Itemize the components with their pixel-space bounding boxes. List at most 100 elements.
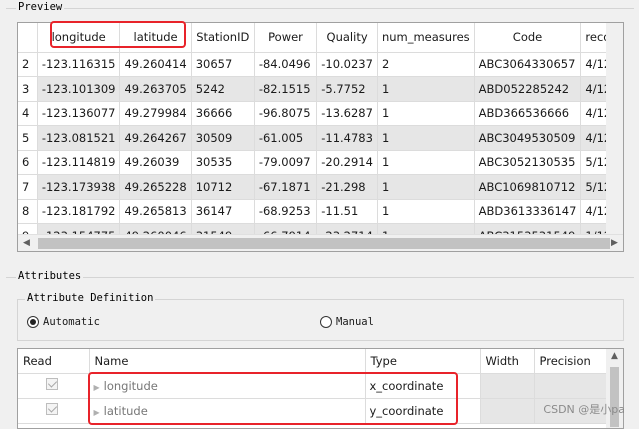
table-cell: -21.298 xyxy=(316,174,378,200)
table-cell: -11.51 xyxy=(316,199,378,224)
read-cell[interactable] xyxy=(18,373,90,399)
table-cell: 49.265813 xyxy=(119,199,192,224)
row-number: 4 xyxy=(18,101,38,126)
table-cell: 49.260414 xyxy=(119,52,192,77)
table-cell: -84.0496 xyxy=(254,52,318,77)
manual-radio[interactable]: Manual xyxy=(320,316,374,328)
table-cell: -61.005 xyxy=(254,125,318,151)
preview-horizontal-scrollbar[interactable]: ◀ ▶ xyxy=(18,234,623,251)
table-cell: 5242 xyxy=(191,76,255,102)
width-cell xyxy=(480,398,535,424)
table-cell: -13.6287 xyxy=(316,101,378,126)
row-number: 3 xyxy=(18,76,38,102)
preview-vertical-scrollbar[interactable] xyxy=(606,23,623,235)
width-cell xyxy=(480,373,535,399)
table-cell: -82.1515 xyxy=(254,76,318,102)
row-number: 7 xyxy=(18,174,38,200)
table-cell: 30535 xyxy=(191,150,255,175)
table-cell: 49.26039 xyxy=(119,150,192,175)
row-number: 5 xyxy=(18,125,38,151)
table-cell: 1 xyxy=(377,150,475,175)
table-row[interactable]: 7 -123.173938 49.265228 10712 -67.1871 -… xyxy=(18,174,623,200)
row-number: 6 xyxy=(18,150,38,175)
watermark: CSDN @是小pa xyxy=(543,403,625,416)
table-cell: -10.0237 xyxy=(316,52,378,77)
preview-group-label: Preview xyxy=(16,1,65,13)
table-cell: 10712 xyxy=(191,174,255,200)
table-cell: -123.114819 xyxy=(37,150,121,175)
table-cell: ABD366536666 xyxy=(474,101,582,126)
attribute-header-row: Read Name Type Width Precision xyxy=(18,349,607,374)
triangle-left-icon[interactable]: ◀ xyxy=(18,235,35,251)
manual-radio-label: Manual xyxy=(336,316,374,328)
table-row[interactable]: 4 -123.136077 49.279984 36666 -96.8075 -… xyxy=(18,101,623,126)
table-cell: 1 xyxy=(377,101,475,126)
table-cell: ABD3613336147 xyxy=(474,199,582,224)
radio-selected-icon[interactable] xyxy=(27,316,39,328)
triangle-up-icon[interactable]: ▲ xyxy=(606,351,623,361)
preview-table: longitude latitude StationID Power Quali… xyxy=(18,23,623,249)
table-cell: -123.181792 xyxy=(37,199,121,224)
scrollbar-thumb[interactable] xyxy=(38,238,610,249)
table-cell: ABC1069810712 xyxy=(474,174,582,200)
triangle-right-icon[interactable]: ▶ xyxy=(606,235,623,251)
table-cell: -11.4783 xyxy=(316,125,378,151)
column-header-power[interactable]: Power xyxy=(254,23,318,53)
table-cell: ABD052285242 xyxy=(474,76,582,102)
table-cell: -123.081521 xyxy=(37,125,121,151)
table-cell: 1 xyxy=(377,125,475,151)
table-row[interactable]: 8 -123.181792 49.265813 36147 -68.9253 -… xyxy=(18,199,623,224)
table-row[interactable]: 3 -123.101309 49.263705 5242 -82.1515 -5… xyxy=(18,76,623,102)
table-cell: -79.0097 xyxy=(254,150,318,175)
attribute-vertical-scrollbar[interactable]: ▲ xyxy=(606,349,623,428)
table-cell: 2 xyxy=(377,52,475,77)
row-number-header xyxy=(18,23,38,53)
table-cell: 36147 xyxy=(191,199,255,224)
column-header-quality[interactable]: Quality xyxy=(316,23,378,53)
column-header-code[interactable]: Code xyxy=(474,23,582,53)
table-cell: -123.173938 xyxy=(37,174,121,200)
automatic-radio[interactable]: Automatic xyxy=(27,316,100,328)
table-cell: -68.9253 xyxy=(254,199,318,224)
preview-group-line xyxy=(6,8,634,9)
table-row[interactable]: 6 -123.114819 49.26039 30535 -79.0097 -2… xyxy=(18,150,623,175)
table-cell: -96.8075 xyxy=(254,101,318,126)
header-highlight xyxy=(50,21,186,48)
table-cell: 1 xyxy=(377,174,475,200)
table-cell: 1 xyxy=(377,76,475,102)
checkbox-checked-icon[interactable] xyxy=(46,378,58,390)
table-cell: ABC3064330657 xyxy=(474,52,582,77)
table-cell: 36666 xyxy=(191,101,255,126)
table-cell: -123.101309 xyxy=(37,76,121,102)
column-header-stationid[interactable]: StationID xyxy=(191,23,255,53)
table-cell: 49.279984 xyxy=(119,101,192,126)
attribute-rows-highlight xyxy=(88,372,458,425)
attribute-definition-label: Attribute Definition xyxy=(25,292,156,304)
column-header-read[interactable]: Read xyxy=(18,349,90,374)
checkbox-checked-icon[interactable] xyxy=(46,403,58,415)
attributes-group-line xyxy=(6,277,634,278)
precision-cell xyxy=(534,373,607,399)
column-header-precision[interactable]: Precision xyxy=(534,349,607,374)
table-cell: ABC3049530509 xyxy=(474,125,582,151)
table-cell: -123.116315 xyxy=(37,52,121,77)
preview-grid[interactable]: longitude latitude StationID Power Quali… xyxy=(17,22,624,252)
row-number: 8 xyxy=(18,199,38,224)
scrollbar-thumb[interactable] xyxy=(610,367,619,427)
radio-unselected-icon[interactable] xyxy=(320,316,332,328)
column-header-name[interactable]: Name xyxy=(89,349,366,374)
read-cell[interactable] xyxy=(18,398,90,424)
column-header-width[interactable]: Width xyxy=(480,349,535,374)
attributes-group-label: Attributes xyxy=(16,270,84,282)
table-cell: 30657 xyxy=(191,52,255,77)
automatic-radio-label: Automatic xyxy=(43,316,100,328)
table-cell: 30509 xyxy=(191,125,255,151)
column-header-num-measures[interactable]: num_measures xyxy=(377,23,475,53)
table-row[interactable]: 2 -123.116315 49.260414 30657 -84.0496 -… xyxy=(18,52,623,77)
table-row[interactable]: 5 -123.081521 49.264267 30509 -61.005 -1… xyxy=(18,125,623,151)
table-cell: 49.263705 xyxy=(119,76,192,102)
table-cell: ABC3052130535 xyxy=(474,150,582,175)
table-cell: -123.136077 xyxy=(37,101,121,126)
table-cell: 49.264267 xyxy=(119,125,192,151)
column-header-type[interactable]: Type xyxy=(365,349,481,374)
